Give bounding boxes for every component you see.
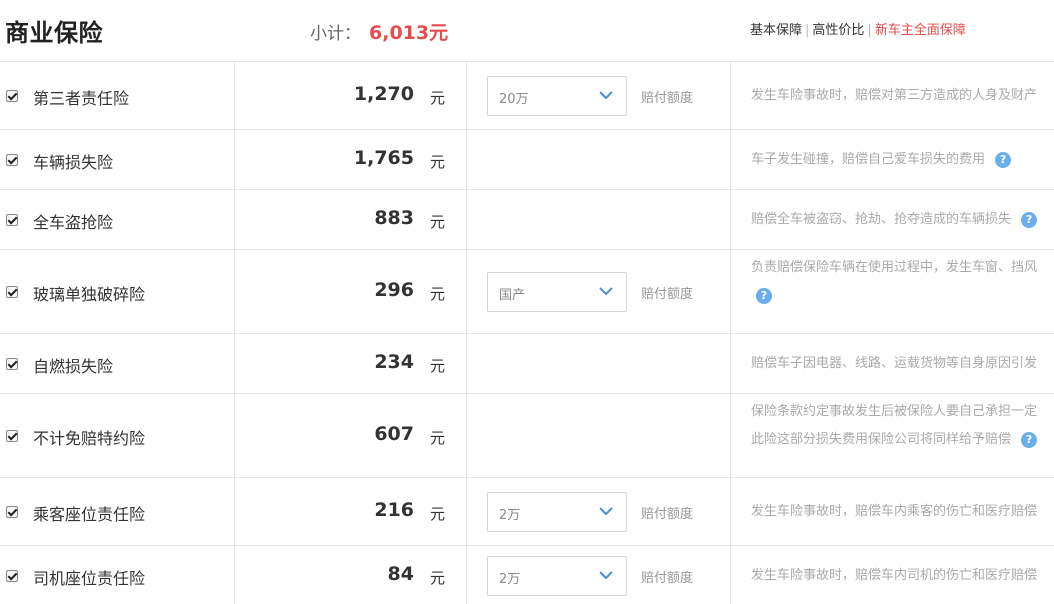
coverage-description: 负责赔偿保险车辆在使用过程中，发生车窗、挡风? <box>751 254 1054 310</box>
claim-amount-label: 赔付额度 <box>641 287 694 302</box>
coverage-price: 296 <box>374 279 414 301</box>
description-line: 发生车险事故时，赔偿对第三方造成的人身及财产 <box>751 82 1054 110</box>
table-row: 全车盗抢险 883 元 赔偿全车被盗窃、抢劫、抢夺造成的车辆损失? <box>0 189 1054 249</box>
description-line: 此险这部分损失费用保险公司将同样给予赔偿? <box>751 426 1054 454</box>
table-row: 自燃损失险 234 元 赔偿车子因电器、线路、运载货物等自身原因引发 <box>0 333 1054 393</box>
coverage-description: 保险条款约定事故发生后被保险人要自己承担一定 此险这部分损失费用保险公司将同样给予… <box>751 398 1054 454</box>
tab-basic[interactable]: 基本保障 <box>750 23 802 38</box>
description-text: 负责赔偿保险车辆在使用过程中，发生车窗、挡风 <box>751 260 1038 275</box>
page-title: 商业保险 <box>5 19 103 47</box>
table-row: 第三者责任险 1,270 元 20万 赔付额度 发生车险事故时，赔偿对第三方造成的人身及财… <box>0 61 1054 129</box>
description-line: 保险条款约定事故发生后被保险人要自己承担一定 <box>751 398 1054 426</box>
tab-new-owner[interactable]: 新车主全面保障 <box>875 23 966 38</box>
chevron-down-icon <box>599 507 613 516</box>
select-value: 国产 <box>499 288 526 303</box>
table-row: 司机座位责任险 84 元 2万 赔付额度 发生车险事故时，赔偿车内司机的伤亡和医疗赔偿 <box>0 545 1054 604</box>
coverage-description: 赔偿车子因电器、线路、运载货物等自身原因引发 <box>751 350 1054 378</box>
description-line: 发生车险事故时，赔偿车内司机的伤亡和医疗赔偿 <box>751 562 1054 590</box>
claim-amount-label: 赔付额度 <box>641 571 694 586</box>
coverage-price: 607 <box>374 423 414 445</box>
coverage-description: 发生车险事故时，赔偿车内司机的伤亡和医疗赔偿 <box>751 562 1054 590</box>
description-line: 赔偿全车被盗窃、抢劫、抢夺造成的车辆损失? <box>751 206 1054 234</box>
price-unit: 元 <box>430 285 446 303</box>
coverage-name: 第三者责任险 <box>33 89 130 108</box>
coverage-price: 234 <box>374 351 414 373</box>
select-value: 2万 <box>499 572 521 587</box>
description-text: 发生车险事故时，赔偿对第三方造成的人身及财产 <box>751 88 1038 103</box>
coverage-price: 1,270 <box>353 83 414 105</box>
price-unit: 元 <box>430 505 446 523</box>
coverage-name: 不计免赔特约险 <box>33 429 146 448</box>
description-text: 发生车险事故时，赔偿车内乘客的伤亡和医疗赔偿 <box>751 504 1038 519</box>
coverage-description: 发生车险事故时，赔偿对第三方造成的人身及财产 <box>751 82 1054 110</box>
price-unit: 元 <box>430 153 446 171</box>
help-icon[interactable]: ? <box>1021 211 1038 228</box>
chevron-down-icon <box>599 287 613 296</box>
table-row: 乘客座位责任险 216 元 2万 赔付额度 发生车险事故时，赔偿车内乘客的伤亡和医疗赔偿 <box>0 477 1054 545</box>
description-text: 此险这部分损失费用保险公司将同样给予赔偿 <box>751 432 1012 447</box>
coverage-name: 自燃损失险 <box>33 357 114 376</box>
description-line: 负责赔偿保险车辆在使用过程中，发生车窗、挡风 <box>751 254 1054 282</box>
price-unit: 元 <box>430 89 446 107</box>
description-line: 车子发生碰撞，赔偿自己爱车损失的费用? <box>751 146 1054 174</box>
chevron-down-icon <box>599 571 613 580</box>
coverage-checkbox[interactable] <box>6 286 18 298</box>
coverage-amount-select[interactable]: 国产 <box>487 272 627 312</box>
description-text: 车子发生碰撞，赔偿自己爱车损失的费用 <box>751 152 986 167</box>
coverage-amount-select[interactable]: 20万 <box>487 76 627 116</box>
select-value: 2万 <box>499 508 521 523</box>
coverage-price: 883 <box>374 207 414 229</box>
description-line: ? <box>751 282 1054 310</box>
description-line: 赔偿车子因电器、线路、运载货物等自身原因引发 <box>751 350 1054 378</box>
coverage-checkbox[interactable] <box>6 430 18 442</box>
price-unit: 元 <box>430 569 446 587</box>
coverage-amount-select[interactable]: 2万 <box>487 556 627 596</box>
description-text: 发生车险事故时，赔偿车内司机的伤亡和医疗赔偿 <box>751 568 1038 583</box>
help-icon[interactable]: ? <box>1021 431 1038 448</box>
table-row: 不计免赔特约险 607 元保险条款约定事故发生后被保险人要自己承担一定 此险这部分损失… <box>0 393 1054 477</box>
coverage-amount-select[interactable]: 2万 <box>487 492 627 532</box>
description-text: 赔偿全车被盗窃、抢劫、抢夺造成的车辆损失 <box>751 212 1012 227</box>
help-icon[interactable]: ? <box>756 287 772 304</box>
coverage-checkbox[interactable] <box>6 506 18 518</box>
description-text: 保险条款约定事故发生后被保险人要自己承担一定 <box>751 404 1038 419</box>
tab-divider: | <box>805 23 810 38</box>
price-unit: 元 <box>430 357 446 375</box>
coverage-name: 乘客座位责任险 <box>33 505 146 524</box>
coverage-name: 全车盗抢险 <box>33 213 114 232</box>
coverage-checkbox[interactable] <box>6 358 18 370</box>
coverage-name: 司机座位责任险 <box>33 569 146 588</box>
subtotal-label: 小计： <box>310 24 361 44</box>
coverage-description: 车子发生碰撞，赔偿自己爱车损失的费用? <box>751 146 1054 174</box>
coverage-checkbox[interactable] <box>6 214 18 226</box>
coverage-description: 发生车险事故时，赔偿车内乘客的伤亡和医疗赔偿 <box>751 498 1054 526</box>
coverage-description: 赔偿全车被盗窃、抢劫、抢夺造成的车辆损失? <box>751 206 1054 234</box>
table-row: 车辆损失险 1,765 元 车子发生碰撞，赔偿自己爱车损失的费用? <box>0 129 1054 189</box>
price-unit: 元 <box>430 429 446 447</box>
price-unit: 元 <box>430 213 446 231</box>
claim-amount-label: 赔付额度 <box>641 507 694 522</box>
coverage-price: 216 <box>374 499 414 521</box>
tab-value[interactable]: 高性价比 <box>812 23 864 38</box>
description-text: 赔偿车子因电器、线路、运载货物等自身原因引发 <box>751 356 1038 371</box>
claim-amount-label: 赔付额度 <box>641 91 694 106</box>
tab-divider: | <box>867 23 872 38</box>
commercial-insurance-header: 商业保险 小计： 6,013元 基本保障 | 高性价比 | 新车主全面保障 <box>0 0 1054 60</box>
coverage-name: 车辆损失险 <box>33 153 114 172</box>
chevron-down-icon <box>599 91 613 100</box>
description-line: 发生车险事故时，赔偿车内乘客的伤亡和医疗赔偿 <box>751 498 1054 526</box>
coverage-checkbox[interactable] <box>6 90 18 102</box>
coverage-price: 1,765 <box>353 147 414 169</box>
coverage-price: 84 <box>387 563 414 585</box>
coverage-name: 玻璃单独破碎险 <box>33 285 146 304</box>
select-value: 20万 <box>499 92 529 107</box>
coverage-checkbox[interactable] <box>6 154 18 166</box>
subtotal: 小计： 6,013元 <box>310 18 448 45</box>
subtotal-amount: 6,013元 <box>369 22 449 44</box>
help-icon[interactable]: ? <box>995 151 1012 168</box>
plan-tabs: 基本保障 | 高性价比 | 新车主全面保障 <box>750 19 966 38</box>
table-row: 玻璃单独破碎险 296 元 国产 赔付额度 负责赔偿保险车辆在使用过程中，发生车窗、挡风? <box>0 249 1054 333</box>
coverage-checkbox[interactable] <box>6 570 18 582</box>
